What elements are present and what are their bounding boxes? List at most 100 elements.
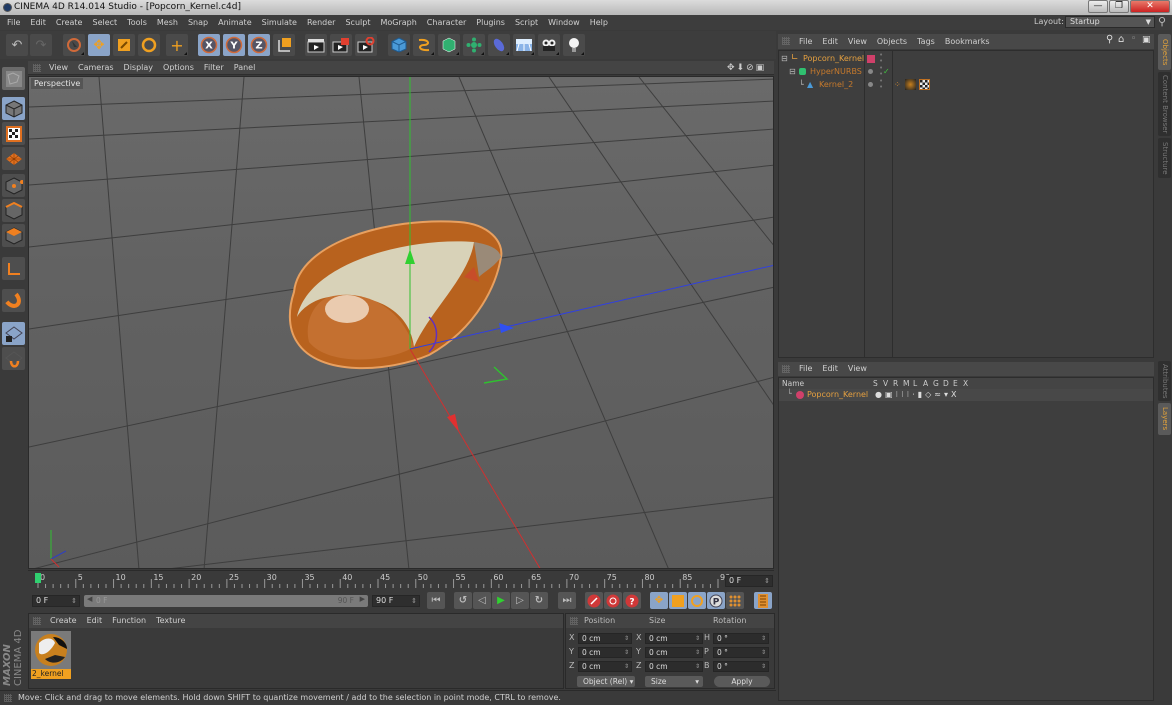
menu-window[interactable]: Window: [543, 16, 585, 29]
collapse-icon[interactable]: ⊟: [781, 52, 788, 65]
menu-select[interactable]: Select: [87, 16, 122, 29]
object-menu-file[interactable]: File: [794, 34, 817, 49]
size-mode-select[interactable]: Size ▾: [645, 676, 703, 687]
nurbs-icon[interactable]: [438, 34, 460, 56]
spinner-icon[interactable]: ⇕: [624, 634, 629, 643]
camera-icon[interactable]: [538, 34, 560, 56]
key-scale-icon[interactable]: [669, 592, 687, 609]
live-selection-icon[interactable]: [63, 34, 85, 56]
make-editable-icon[interactable]: [2, 67, 25, 90]
coord-pos-field[interactable]: 0 cm ⇕: [578, 661, 632, 672]
panel-grip-icon[interactable]: [570, 617, 578, 625]
layer-menu-file[interactable]: File: [794, 362, 817, 376]
add-object-icon[interactable]: +: [166, 34, 188, 56]
range-left-arrow-icon[interactable]: ◀: [87, 595, 92, 603]
menu-script[interactable]: Script: [510, 16, 543, 29]
preview-range-slider[interactable]: ◀ 0 F 90 F ▶: [84, 595, 368, 607]
previous-frame-button[interactable]: ◁: [473, 592, 491, 609]
layer-column-e[interactable]: E: [953, 378, 958, 389]
enabled-check-icon[interactable]: ✓: [883, 65, 890, 78]
phong-tag-icon[interactable]: ⁘: [894, 78, 901, 91]
material-menu-function[interactable]: Function: [107, 614, 151, 628]
goto-previous-key-button[interactable]: ↺: [454, 592, 472, 609]
layer-column-d[interactable]: D: [943, 378, 949, 389]
layer-column-m[interactable]: M: [903, 378, 909, 389]
tab-content-browser[interactable]: Content Browser: [1158, 72, 1171, 136]
layer-row[interactable]: └ Popcorn_Kernel ●▣⁝⁝⁝⋅▮◇≈▾Ⅹ: [779, 389, 1153, 401]
layer-column-a[interactable]: A: [923, 378, 928, 389]
spinner-icon[interactable]: ⇕: [71, 596, 77, 606]
minimize-button[interactable]: —: [1088, 0, 1108, 13]
autokeying-icon[interactable]: [604, 592, 622, 609]
maximize-button[interactable]: ❐: [1109, 0, 1129, 13]
current-frame-field[interactable]: 0 F ⇕: [725, 575, 773, 587]
menu-sculpt[interactable]: Sculpt: [340, 16, 375, 29]
menu-edit[interactable]: Edit: [25, 16, 51, 29]
layer-column-x[interactable]: X: [963, 378, 968, 389]
cube-icon[interactable]: [388, 34, 410, 56]
coord-rot-field[interactable]: 0 ° ⇕: [713, 661, 769, 672]
planar-workplane-icon[interactable]: [2, 347, 25, 370]
close-button[interactable]: ✕: [1130, 0, 1170, 13]
coord-size-field[interactable]: 0 cm ⇕: [645, 647, 703, 658]
object-menu-edit[interactable]: Edit: [817, 34, 843, 49]
model-mode-icon[interactable]: [2, 97, 25, 120]
coord-size-field[interactable]: 0 cm ⇕: [645, 661, 703, 672]
menu-character[interactable]: Character: [422, 16, 472, 29]
key-position-icon[interactable]: ✥: [650, 592, 668, 609]
layer-menu-view[interactable]: View: [843, 362, 872, 376]
snap-magnet-icon[interactable]: [2, 289, 25, 312]
material-menu-edit[interactable]: Edit: [82, 614, 108, 628]
end-frame-field[interactable]: 90 F ⇕: [372, 595, 420, 607]
object-menu-bookmarks[interactable]: Bookmarks: [940, 34, 995, 49]
y-axis-lock-icon[interactable]: Y: [223, 34, 245, 56]
environment-icon[interactable]: [513, 34, 535, 56]
menu-simulate[interactable]: Simulate: [257, 16, 302, 29]
goto-next-key-button[interactable]: ↻: [530, 592, 548, 609]
viewport-menu-options[interactable]: Options: [158, 61, 199, 75]
deformer-icon[interactable]: [488, 34, 510, 56]
material-menu-create[interactable]: Create: [45, 614, 82, 628]
coord-rot-field[interactable]: 0 ° ⇕: [713, 647, 769, 658]
points-mode-icon[interactable]: [2, 174, 25, 197]
coordinate-system-icon[interactable]: [273, 34, 295, 56]
layer-color-icon[interactable]: [796, 391, 804, 399]
light-icon[interactable]: [563, 34, 585, 56]
tab-objects[interactable]: Objects: [1158, 34, 1171, 70]
coord-rot-field[interactable]: 0 ° ⇕: [713, 633, 769, 644]
object-row[interactable]: ⊟ ∟ Popcorn_Kernel • •: [779, 52, 1153, 65]
menu-snap[interactable]: Snap: [183, 16, 213, 29]
viewport-menu-cameras[interactable]: Cameras: [73, 61, 119, 75]
panel-grip-icon[interactable]: [782, 365, 790, 373]
eye-icon[interactable]: ◦: [1131, 34, 1136, 44]
render-settings-icon[interactable]: [355, 34, 377, 56]
timeline-window-icon[interactable]: [754, 592, 772, 609]
coord-pos-field[interactable]: 0 cm ⇕: [578, 633, 632, 644]
coord-size-field[interactable]: 0 cm ⇕: [645, 633, 703, 644]
coordinate-mode-select[interactable]: Object (Rel) ▾: [577, 676, 635, 687]
workplane-icon[interactable]: [2, 147, 25, 170]
object-name[interactable]: HyperNURBS: [810, 65, 862, 78]
menu-render[interactable]: Render: [302, 16, 340, 29]
spinner-icon[interactable]: ⇕: [761, 634, 766, 643]
layer-column-s[interactable]: S: [873, 378, 878, 389]
object-row[interactable]: └ ▲ Kernel_2 • • ⁘: [779, 78, 1153, 91]
popcorn-kernel-model[interactable]: [288, 220, 503, 370]
visibility-dots-icon[interactable]: • •: [879, 78, 883, 91]
viewport-menu-view[interactable]: View: [44, 61, 73, 75]
object-menu-objects[interactable]: Objects: [872, 34, 912, 49]
layer-column-name[interactable]: Name: [782, 378, 804, 389]
layer-color-swatch[interactable]: [867, 55, 875, 63]
panel-grip-icon[interactable]: [782, 37, 790, 45]
object-name[interactable]: Kernel_2: [819, 78, 853, 91]
layer-column-r[interactable]: R: [893, 378, 898, 389]
timeline-playhead[interactable]: [35, 573, 41, 583]
menu-animate[interactable]: Animate: [213, 16, 257, 29]
collapse-icon[interactable]: ⊟: [789, 65, 796, 78]
layer-dot[interactable]: [868, 82, 873, 87]
goto-start-button[interactable]: ⏮: [427, 592, 445, 609]
tab-structure[interactable]: Structure: [1158, 138, 1171, 178]
menu-mograph[interactable]: MoGraph: [375, 16, 421, 29]
layer-name[interactable]: Popcorn_Kernel: [807, 389, 868, 401]
key-rotation-icon[interactable]: [688, 592, 706, 609]
